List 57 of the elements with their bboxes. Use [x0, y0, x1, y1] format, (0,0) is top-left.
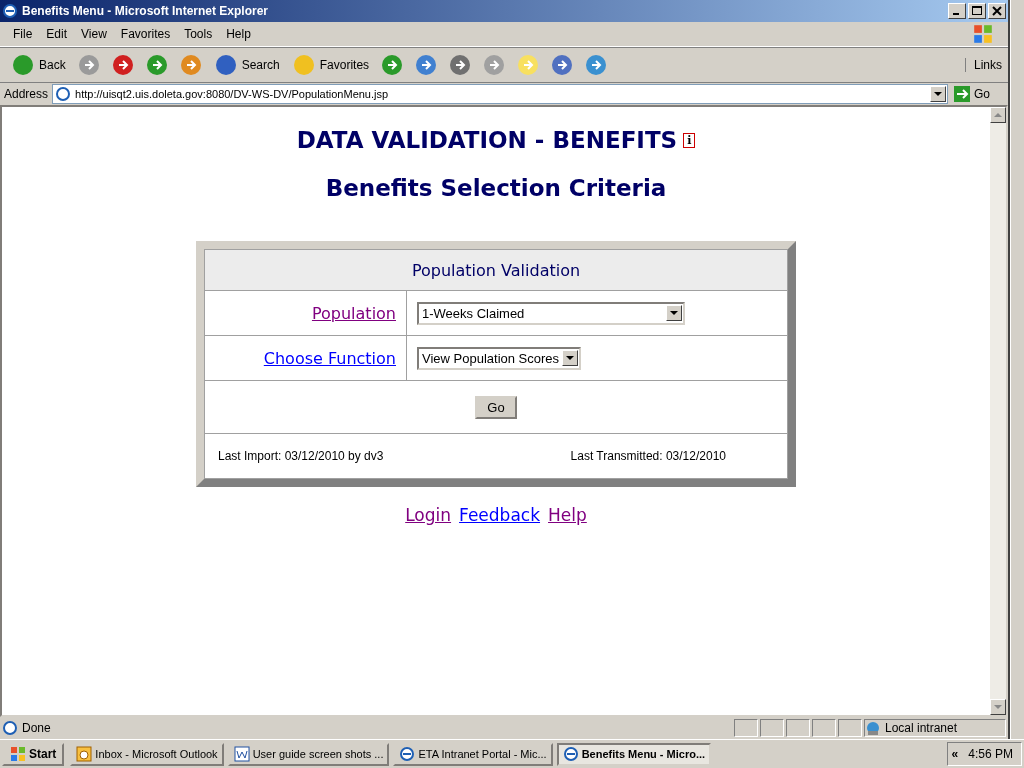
page-icon: [2, 720, 18, 736]
scroll-down-button[interactable]: [990, 699, 1006, 715]
browser-icon: [562, 746, 579, 762]
status-pane: [812, 719, 836, 737]
page-link[interactable]: Login: [405, 505, 452, 525]
status-pane: [734, 719, 758, 737]
page-icon: [55, 86, 72, 102]
close-button[interactable]: [988, 3, 1006, 19]
browser-icon: [2, 3, 18, 19]
menu-item[interactable]: Edit: [39, 27, 75, 41]
menu-item[interactable]: Tools: [177, 27, 220, 41]
status-pane: [786, 719, 810, 737]
windows-logo-icon: [972, 23, 994, 45]
links-button[interactable]: Links: [965, 58, 1008, 72]
windows-logo-icon: [10, 746, 26, 762]
taskbar-button[interactable]: ETA Intranet Portal - Mic...: [393, 742, 553, 766]
scrollbar[interactable]: [990, 107, 1006, 715]
taskbar-button[interactable]: User guide screen shots ...: [227, 742, 390, 766]
status-pane: [760, 719, 784, 737]
toolbar-button[interactable]: Back: [8, 51, 69, 79]
start-button[interactable]: Start: [2, 742, 65, 766]
last-transmitted-text: Last Transmitted: 03/12/2010: [570, 449, 726, 463]
scroll-up-button[interactable]: [990, 107, 1006, 123]
address-field[interactable]: http://uisqt2.uis.doleta.gov:8080/DV-WS-DV/PopulationMenu.jsp: [52, 84, 948, 104]
arrow-icon: [954, 86, 970, 102]
minimize-button[interactable]: [948, 3, 966, 19]
page-subheading: Benefits Selection Criteria: [325, 175, 667, 201]
taskbar-button[interactable]: Benefits Menu - Micro...: [556, 742, 712, 766]
toolbar-button[interactable]: Search: [210, 51, 283, 79]
page-link[interactable]: Help: [548, 505, 587, 525]
maximize-button[interactable]: [968, 3, 986, 19]
menu-item[interactable]: Help: [219, 27, 258, 41]
window-title: Benefits Menu - Microsoft Internet Explorer: [22, 4, 270, 18]
browser-icon: [399, 746, 416, 762]
go-button[interactable]: Go: [475, 395, 517, 419]
up-arrow-icon: [994, 113, 1002, 117]
menu-item[interactable]: Favorites: [113, 27, 178, 41]
status-pane: [838, 719, 862, 737]
menu-item[interactable]: File: [6, 27, 40, 41]
clock: 4:56 PM: [968, 747, 1013, 761]
go-button[interactable]: Go: [952, 86, 1004, 102]
tray-toggle[interactable]: «: [951, 747, 959, 761]
down-arrow-icon: [994, 705, 1002, 709]
page-heading: DATA VALIDATION - BENEFITS: [296, 127, 678, 153]
status-text: Done: [22, 721, 51, 735]
toolbar-button[interactable]: Favorites: [288, 51, 373, 79]
menu-item[interactable]: View: [74, 27, 114, 41]
panel-title: Population Validation: [204, 249, 788, 291]
page-link[interactable]: Feedback: [459, 505, 541, 525]
field-link[interactable]: Population: [311, 303, 396, 323]
info-icon[interactable]: i: [683, 132, 696, 148]
address-label: Address: [4, 87, 49, 101]
dropdown[interactable]: View Population Scores: [417, 346, 582, 370]
taskbar-button[interactable]: Inbox - Microsoft Outlook: [70, 742, 224, 766]
zone-text: Local intranet: [885, 721, 958, 735]
last-import-text: Last Import: 03/12/2010 by dv3: [218, 449, 384, 463]
dropdown[interactable]: 1-Weeks Claimed: [417, 301, 685, 325]
